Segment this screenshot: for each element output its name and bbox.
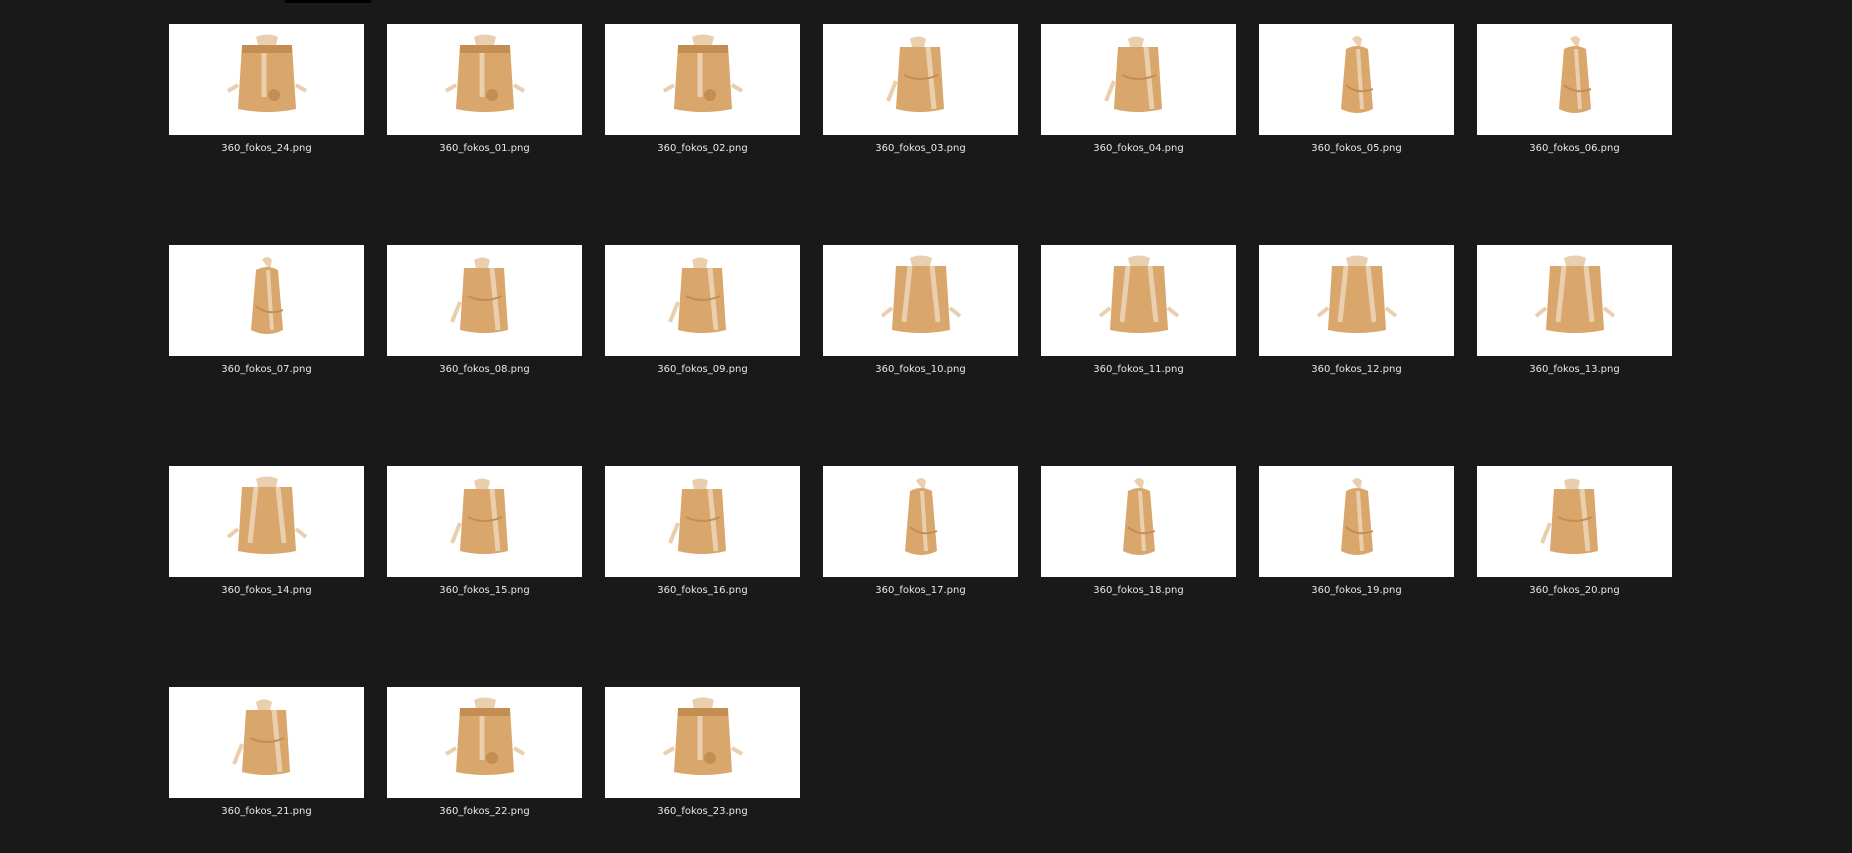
backpack-front-icon [444,34,525,112]
file-thumbnail[interactable] [387,245,582,356]
file-tile[interactable]: 360_fokos_22.png [387,687,582,818]
file-tile[interactable]: 360_fokos_14.png [169,466,364,597]
backpack-front-icon [662,34,743,112]
file-thumbnail[interactable] [1259,245,1454,356]
file-thumbnail[interactable] [387,24,582,135]
file-thumbnail[interactable] [169,24,364,135]
backpack-angle-icon [1539,478,1598,554]
file-name-label: 360_fokos_12.png [1311,364,1402,375]
file-thumbnail[interactable] [605,24,800,135]
file-thumbnail[interactable] [387,687,582,798]
file-tile[interactable]: 360_fokos_21.png [169,687,364,818]
backpack-side-icon [1558,35,1591,113]
file-tile[interactable]: 360_fokos_02.png [605,24,800,155]
file-tile[interactable]: 360_fokos_19.png [1259,466,1454,597]
backpack-front-icon [444,697,525,775]
file-name-label: 360_fokos_13.png [1529,364,1620,375]
file-name-label: 360_fokos_18.png [1093,585,1184,596]
file-tile[interactable]: 360_fokos_13.png [1477,245,1672,376]
file-thumbnail[interactable] [1041,24,1236,135]
file-thumbnail[interactable] [1041,466,1236,577]
file-thumbnail[interactable] [823,245,1018,356]
top-tab-indicator [285,0,371,3]
file-name-label: 360_fokos_01.png [439,143,530,154]
file-thumbnail[interactable] [605,687,800,798]
file-name-label: 360_fokos_19.png [1311,585,1402,596]
file-name-label: 360_fokos_09.png [657,364,748,375]
file-thumbnail[interactable] [169,245,364,356]
file-tile[interactable]: 360_fokos_03.png [823,24,1018,155]
file-thumbnail[interactable] [605,245,800,356]
file-thumbnail[interactable] [1259,466,1454,577]
file-tile[interactable]: 360_fokos_01.png [387,24,582,155]
file-name-label: 360_fokos_24.png [221,143,312,154]
backpack-angle-icon [1103,36,1162,112]
file-name-label: 360_fokos_08.png [439,364,530,375]
file-thumbnail[interactable] [1259,24,1454,135]
file-thumbnail[interactable] [823,24,1018,135]
file-thumbnail[interactable] [823,466,1018,577]
file-name-label: 360_fokos_21.png [221,806,312,817]
file-tile[interactable]: 360_fokos_05.png [1259,24,1454,155]
backpack-angle-icon [231,699,290,775]
file-name-label: 360_fokos_17.png [875,585,966,596]
file-tile[interactable]: 360_fokos_23.png [605,687,800,818]
file-tile[interactable]: 360_fokos_10.png [823,245,1018,376]
file-thumbnail[interactable] [1041,245,1236,356]
backpack-back-icon [226,476,307,554]
file-name-label: 360_fokos_15.png [439,585,530,596]
file-name-label: 360_fokos_10.png [875,364,966,375]
file-thumbnail[interactable] [1477,24,1672,135]
file-tile[interactable]: 360_fokos_24.png [169,24,364,155]
file-name-label: 360_fokos_02.png [657,143,748,154]
file-tile[interactable]: 360_fokos_07.png [169,245,364,376]
backpack-side-icon [1340,35,1373,113]
file-name-label: 360_fokos_11.png [1093,364,1184,375]
file-tile[interactable]: 360_fokos_04.png [1041,24,1236,155]
file-name-label: 360_fokos_20.png [1529,585,1620,596]
file-thumbnail[interactable] [169,466,364,577]
file-tile[interactable]: 360_fokos_06.png [1477,24,1672,155]
backpack-back-icon [1098,255,1179,333]
backpack-side-icon [1122,477,1155,555]
file-tile[interactable]: 360_fokos_15.png [387,466,582,597]
backpack-front-icon [662,697,743,775]
backpack-angle-icon [667,478,726,554]
file-browser-view: 360_fokos_24.png 360_fokos_01.png 360_fo… [0,0,1852,853]
file-name-label: 360_fokos_14.png [221,585,312,596]
backpack-angle-icon [449,257,508,333]
file-name-label: 360_fokos_07.png [221,364,312,375]
backpack-side-icon [1340,477,1373,555]
file-thumbnail[interactable] [1477,466,1672,577]
file-name-label: 360_fokos_23.png [657,806,748,817]
file-name-label: 360_fokos_16.png [657,585,748,596]
file-tile[interactable]: 360_fokos_09.png [605,245,800,376]
backpack-back-icon [1316,255,1397,333]
file-tile[interactable]: 360_fokos_12.png [1259,245,1454,376]
file-thumbnail[interactable] [387,466,582,577]
file-tile[interactable]: 360_fokos_08.png [387,245,582,376]
file-name-label: 360_fokos_04.png [1093,143,1184,154]
backpack-front-icon [226,34,307,112]
backpack-back-icon [1534,255,1615,333]
backpack-side-icon [250,256,283,334]
file-name-label: 360_fokos_22.png [439,806,530,817]
file-tile[interactable]: 360_fokos_17.png [823,466,1018,597]
backpack-side-icon [904,477,937,555]
file-tile[interactable]: 360_fokos_11.png [1041,245,1236,376]
file-thumbnail[interactable] [605,466,800,577]
file-tile[interactable]: 360_fokos_16.png [605,466,800,597]
backpack-angle-icon [449,478,508,554]
file-tile[interactable]: 360_fokos_18.png [1041,466,1236,597]
file-thumbnail[interactable] [1477,245,1672,356]
file-name-label: 360_fokos_05.png [1311,143,1402,154]
file-name-label: 360_fokos_03.png [875,143,966,154]
backpack-angle-icon [667,257,726,333]
backpack-angle-icon [885,36,944,112]
file-name-label: 360_fokos_06.png [1529,143,1620,154]
file-tile[interactable]: 360_fokos_20.png [1477,466,1672,597]
thumbnail-grid: 360_fokos_24.png 360_fokos_01.png 360_fo… [169,24,1672,818]
file-thumbnail[interactable] [169,687,364,798]
backpack-back-icon [880,255,961,333]
